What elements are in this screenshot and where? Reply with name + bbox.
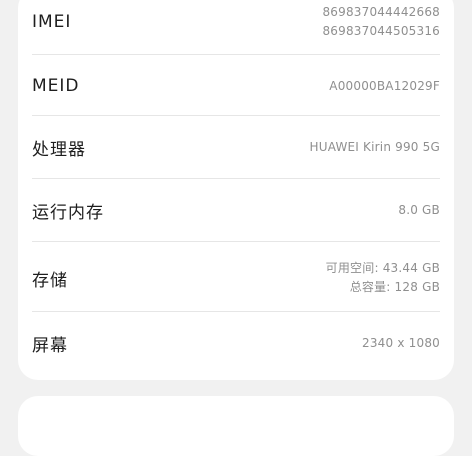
meid-label: MEID bbox=[32, 76, 80, 96]
divider bbox=[32, 115, 440, 116]
storage-label: 存储 bbox=[32, 270, 68, 291]
divider bbox=[32, 241, 440, 242]
storage-row[interactable]: 存储 可用空间: 43.44 GB 总容量: 128 GB bbox=[32, 254, 440, 302]
screen-value: 2340 x 1080 bbox=[361, 335, 440, 350]
ram-label: 运行内存 bbox=[32, 202, 104, 223]
imei-values: 869837044442668 869837044505316 bbox=[322, 3, 440, 41]
storage-values: 可用空间: 43.44 GB 总容量: 128 GB bbox=[326, 259, 440, 297]
imei-value-1: 869837044442668 bbox=[322, 5, 440, 19]
divider bbox=[32, 54, 440, 55]
divider bbox=[32, 178, 440, 179]
meid-row[interactable]: MEID A00000BA12029F bbox=[32, 68, 440, 104]
screen-label: 屏幕 bbox=[32, 335, 68, 356]
ram-row[interactable]: 运行内存 8.0 GB bbox=[32, 192, 440, 228]
processor-row[interactable]: 处理器 HUAWEI Kirin 990 5G bbox=[32, 129, 440, 165]
storage-available: 可用空间: 43.44 GB bbox=[325, 261, 440, 275]
imei-label: IMEI bbox=[32, 12, 72, 32]
ram-value: 8.0 GB bbox=[398, 202, 440, 217]
device-info-card: IMEI 869837044442668 869837044505316 MEI… bbox=[18, 0, 454, 380]
next-card bbox=[18, 396, 454, 456]
divider bbox=[32, 311, 440, 312]
storage-total: 总容量: 128 GB bbox=[349, 280, 440, 294]
screen-row[interactable]: 屏幕 2340 x 1080 bbox=[32, 325, 440, 361]
processor-value: HUAWEI Kirin 990 5G bbox=[309, 139, 440, 154]
imei-value-2: 869837044505316 bbox=[322, 24, 440, 38]
meid-value: A00000BA12029F bbox=[329, 78, 440, 93]
imei-row[interactable]: IMEI 869837044442668 869837044505316 bbox=[32, 2, 440, 42]
processor-label: 处理器 bbox=[32, 139, 86, 160]
